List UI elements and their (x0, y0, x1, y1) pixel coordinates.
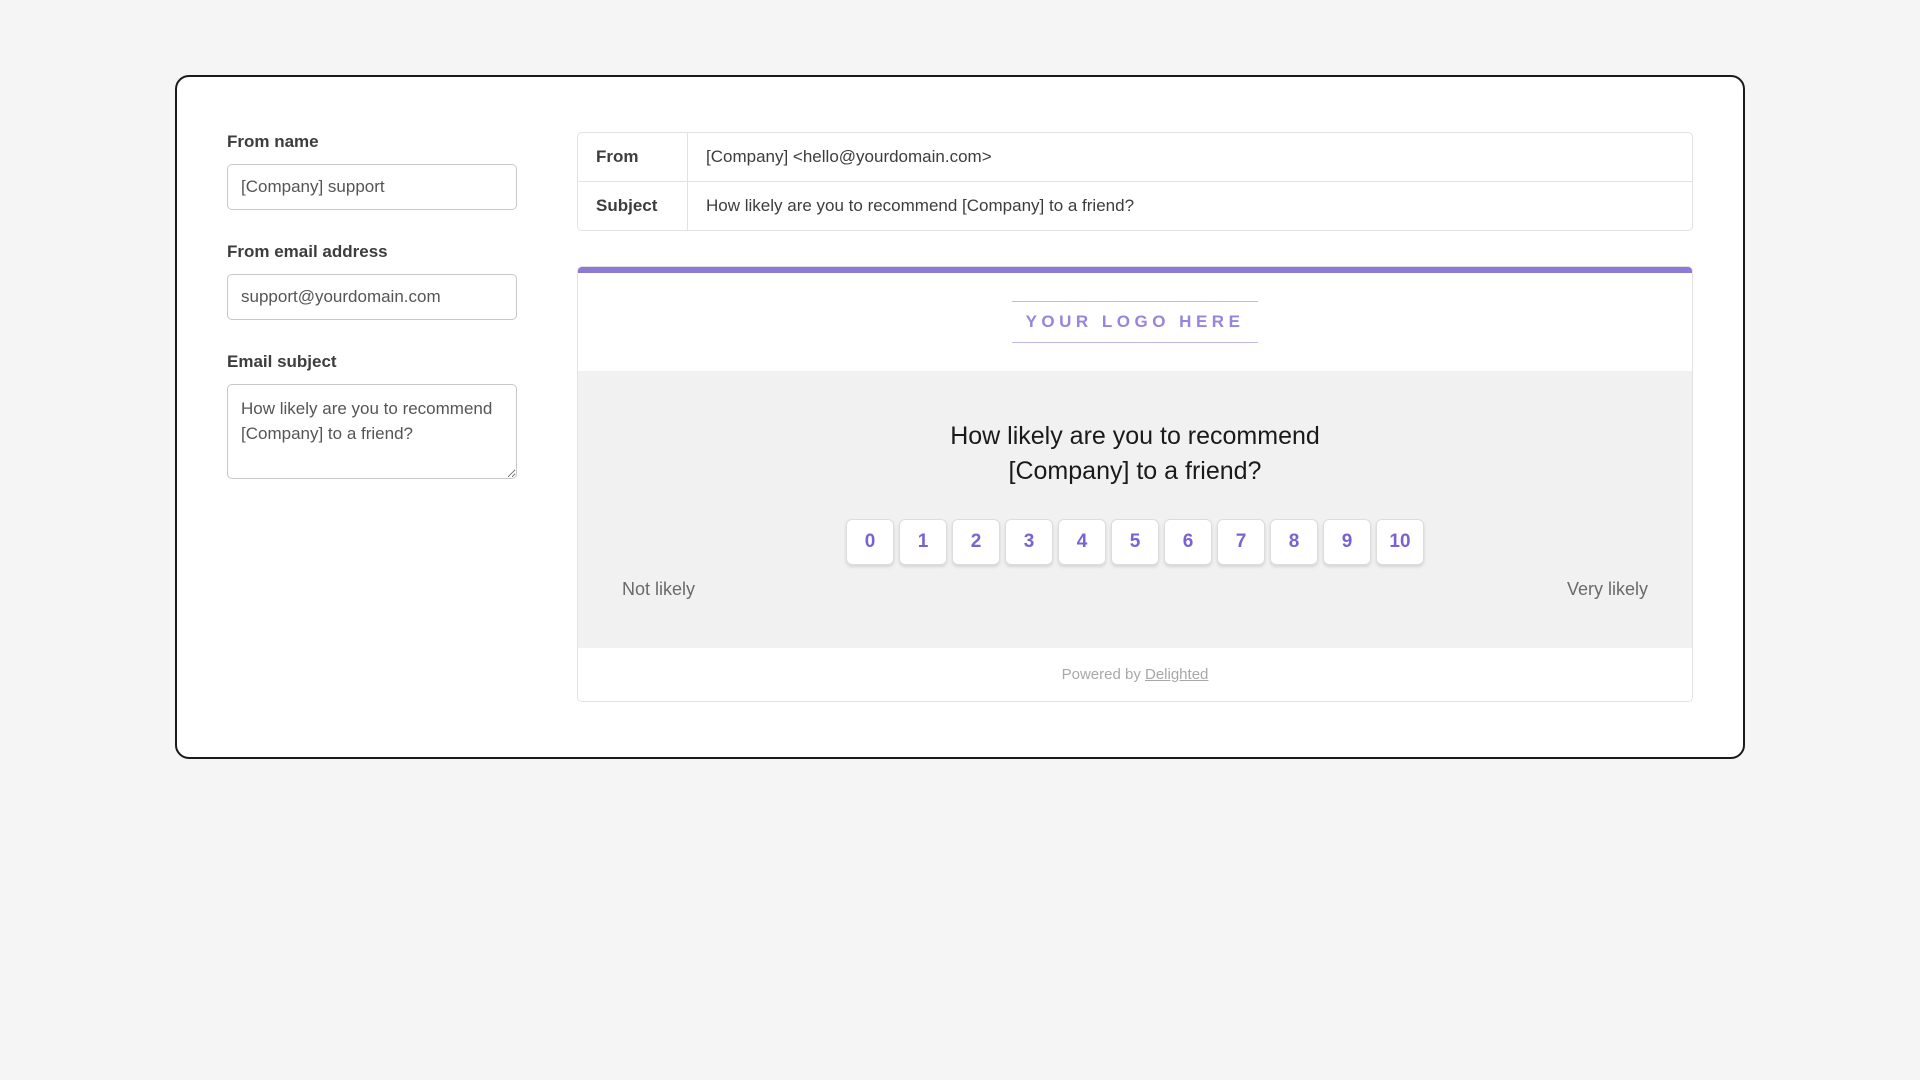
header-row-from: From [Company] <hello@yourdomain.com> (578, 133, 1692, 182)
footer-prefix: Powered by (1062, 666, 1145, 683)
subject-label: Email subject (227, 352, 517, 372)
from-email-label: From email address (227, 242, 517, 262)
from-name-label: From name (227, 132, 517, 152)
score-button-7[interactable]: 7 (1217, 519, 1265, 565)
score-button-2[interactable]: 2 (952, 519, 1000, 565)
logo-placeholder[interactable]: YOUR LOGO HERE (1012, 301, 1259, 343)
header-subject-value: How likely are you to recommend [Company… (688, 182, 1692, 230)
header-row-subject: Subject How likely are you to recommend … (578, 182, 1692, 230)
header-from-value: [Company] <hello@yourdomain.com> (688, 133, 1692, 181)
header-from-key: From (578, 133, 688, 181)
score-button-0[interactable]: 0 (846, 519, 894, 565)
from-name-group: From name (227, 132, 517, 210)
subject-group: Email subject How likely are you to reco… (227, 352, 517, 484)
preview-panel: From [Company] <hello@yourdomain.com> Su… (577, 132, 1693, 702)
score-labels: Not likely Very likely (620, 579, 1650, 600)
subject-textarea[interactable]: How likely are you to recommend [Company… (227, 384, 517, 479)
from-email-group: From email address (227, 242, 517, 320)
high-label: Very likely (1567, 579, 1648, 600)
low-label: Not likely (622, 579, 695, 600)
survey-question: How likely are you to recommend [Company… (915, 419, 1355, 489)
score-button-3[interactable]: 3 (1005, 519, 1053, 565)
score-button-6[interactable]: 6 (1164, 519, 1212, 565)
score-button-9[interactable]: 9 (1323, 519, 1371, 565)
from-email-input[interactable] (227, 274, 517, 320)
score-button-1[interactable]: 1 (899, 519, 947, 565)
score-button-8[interactable]: 8 (1270, 519, 1318, 565)
email-headers-table: From [Company] <hello@yourdomain.com> Su… (577, 132, 1693, 231)
header-subject-key: Subject (578, 182, 688, 230)
preview-footer: Powered by Delighted (578, 648, 1692, 701)
footer-link[interactable]: Delighted (1145, 666, 1208, 683)
score-button-row: 0 1 2 3 4 5 6 7 8 9 10 (620, 519, 1650, 565)
score-button-4[interactable]: 4 (1058, 519, 1106, 565)
from-name-input[interactable] (227, 164, 517, 210)
form-panel: From name From email address Email subje… (227, 132, 517, 702)
logo-section: YOUR LOGO HERE (578, 273, 1692, 371)
preview-body: How likely are you to recommend [Company… (578, 371, 1692, 648)
score-button-5[interactable]: 5 (1111, 519, 1159, 565)
score-button-10[interactable]: 10 (1376, 519, 1424, 565)
email-editor-card: From name From email address Email subje… (175, 75, 1745, 759)
email-preview: YOUR LOGO HERE How likely are you to rec… (577, 266, 1693, 702)
